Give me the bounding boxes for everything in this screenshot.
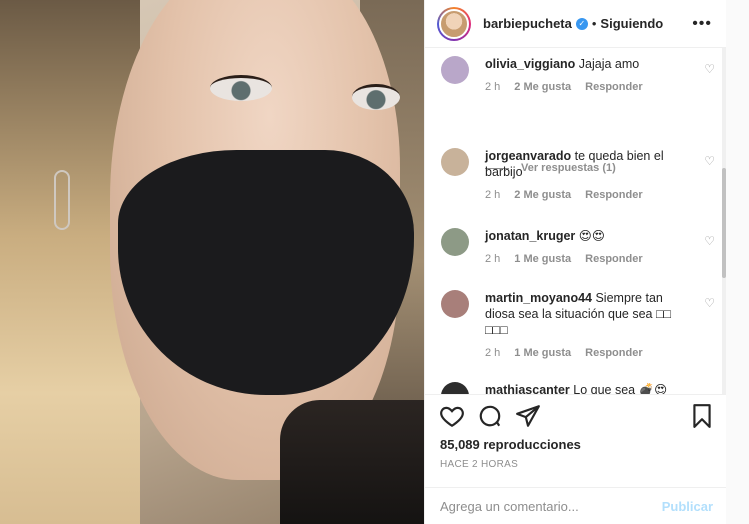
comment-body: jorgeanvarado te queda bien el barbijo [485, 148, 685, 180]
view-count[interactable]: 85,089 reproducciones [440, 437, 581, 452]
comment-likes[interactable]: 2 Me gusta [514, 81, 571, 93]
commenter-username[interactable]: mathiascanter [485, 383, 570, 394]
reply-button[interactable]: Responder [585, 253, 642, 265]
comment-text: Jajaja amo [578, 57, 640, 71]
comment-item: jorgeanvarado te queda bien el barbijo ♡… [441, 148, 715, 201]
comment-body: martin_moyano44 Siempre tan diosa sea la… [485, 290, 685, 338]
commenter-avatar[interactable] [441, 56, 469, 84]
comment-text: Lo que sea 💣😍 [573, 383, 668, 394]
comment-item: olivia_viggiano Jajaja amo ♡ 2 h 2 Me gu… [441, 56, 715, 93]
post-timestamp[interactable]: HACE 2 HORAS [440, 459, 518, 470]
author-username[interactable]: barbiepucheta [483, 16, 572, 31]
author-avatar-image [439, 8, 469, 39]
commenter-avatar[interactable] [441, 228, 469, 256]
commenter-username[interactable]: olivia_viggiano [485, 57, 575, 71]
post-side-panel: barbiepucheta ✓ • Siguiendo ••• olivia_v… [424, 0, 727, 524]
comment-time: 2 h [485, 347, 501, 359]
share-send-icon[interactable] [515, 403, 541, 429]
like-comment-heart-icon[interactable]: ♡ [704, 234, 715, 248]
post-header: barbiepucheta ✓ • Siguiendo ••• [425, 0, 726, 48]
commenter-avatar[interactable] [441, 382, 469, 394]
page-background-edge [726, 0, 749, 524]
more-options-icon[interactable]: ••• [692, 15, 712, 33]
author-avatar[interactable] [437, 6, 471, 41]
comment-meta: 2 h 1 Me gusta Responder [485, 347, 711, 359]
media-eye-left [210, 75, 272, 101]
comment-item: martin_moyano44 Siempre tan diosa sea la… [441, 290, 715, 359]
commenter-avatar[interactable] [441, 148, 469, 176]
comment-item: jonatan_kruger 😍😍 ♡ 2 h 1 Me gusta Respo… [441, 228, 715, 265]
verified-badge-icon: ✓ [575, 17, 588, 30]
media-eye-right [352, 84, 400, 110]
commenter-avatar[interactable] [441, 290, 469, 318]
commenter-username[interactable]: martin_moyano44 [485, 291, 592, 305]
like-comment-heart-icon[interactable]: ♡ [704, 296, 715, 310]
commenter-username[interactable]: jonatan_kruger [485, 229, 575, 243]
header-separator: • [591, 16, 597, 31]
comment-meta: 2 h 2 Me gusta Responder [485, 81, 711, 93]
reply-button[interactable]: Responder [585, 347, 642, 359]
comment-likes[interactable]: 1 Me gusta [514, 253, 571, 265]
like-comment-heart-icon[interactable]: ♡ [704, 154, 715, 168]
comment-meta: 2 h 2 Me gusta Responder [485, 189, 711, 201]
comment-bubble-icon[interactable] [477, 403, 503, 429]
comment-meta: 2 h 1 Me gusta Responder [485, 253, 711, 265]
reply-button[interactable]: Responder [585, 81, 642, 93]
comments-list[interactable]: olivia_viggiano Jajaja amo ♡ 2 h 2 Me gu… [425, 48, 727, 394]
comment-body: jonatan_kruger 😍😍 [485, 228, 685, 244]
comment-body: mathiascanter Lo que sea 💣😍 [485, 382, 685, 394]
comment-text: 😍😍 [578, 229, 605, 243]
media-jacket [280, 400, 424, 524]
comment-time: 2 h [485, 81, 501, 93]
save-bookmark-icon[interactable] [689, 403, 715, 429]
comment-time: 2 h [485, 189, 501, 201]
add-comment-form: Publicar [425, 487, 727, 524]
add-comment-input[interactable] [440, 499, 662, 514]
comment-likes[interactable]: 1 Me gusta [514, 347, 571, 359]
comment-likes[interactable]: 2 Me gusta [514, 189, 571, 201]
commenter-username[interactable]: jorgeanvarado [485, 149, 571, 163]
media-earring [54, 170, 70, 230]
comment-body: olivia_viggiano Jajaja amo [485, 56, 685, 72]
post-actions: 85,089 reproducciones HACE 2 HORAS Publi… [425, 394, 727, 524]
like-comment-heart-icon[interactable]: ♡ [704, 62, 715, 76]
reply-button[interactable]: Responder [585, 189, 642, 201]
post-media[interactable] [0, 0, 424, 524]
comment-item: mathiascanter Lo que sea 💣😍 [441, 382, 711, 394]
action-icons-row [439, 403, 715, 429]
following-button[interactable]: Siguiendo [600, 16, 663, 31]
like-heart-icon[interactable] [439, 403, 465, 429]
publish-button[interactable]: Publicar [662, 499, 713, 514]
comment-time: 2 h [485, 253, 501, 265]
